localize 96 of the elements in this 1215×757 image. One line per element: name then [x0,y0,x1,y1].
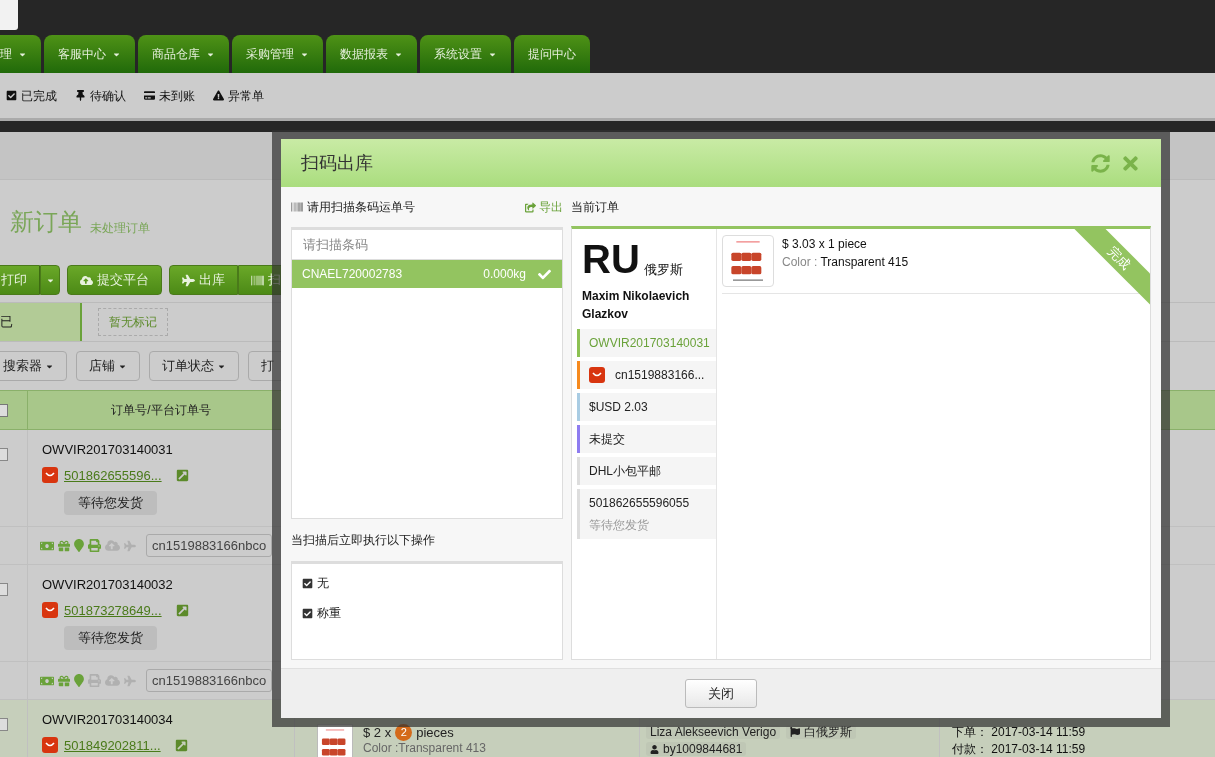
no-mark-tag[interactable]: 暂无标记 [98,308,168,336]
buyer-id: by1009844681 [646,742,747,756]
status-link[interactable]: 未到账 [144,86,195,105]
flag-icon [790,727,801,737]
tracking-field[interactable]: cn1519883166nbco [146,668,273,693]
shopping-bag-icon [42,602,58,619]
product-price: $ 3.03 x 1 piece [782,236,868,253]
current-order-label: 当前订单 [571,199,620,215]
barcode-icon [291,201,303,213]
modal-title: 扫码出库 [301,151,373,175]
order-info-text: 未提交 [589,431,626,448]
nav-tab[interactable]: 商品仓库 [138,35,229,73]
gift-icon[interactable] [58,674,70,687]
scan-label: 请用扫描条码运单号 [307,199,415,216]
status-link[interactable]: 异常单 [213,86,264,105]
row-checkbox[interactable] [0,448,8,461]
map-marker-icon[interactable] [74,539,84,552]
export-link[interactable]: 导出 [525,198,563,216]
nav-tab[interactable]: 理 [0,35,41,73]
page-title: 新订单 [10,207,82,237]
pin-icon [75,90,86,101]
user-icon [650,744,659,754]
checked-box-icon [302,577,313,589]
country-code: RU [582,239,640,279]
share-icon [525,201,536,213]
order-number: OWVIR201703140032 [42,576,174,594]
action-button[interactable]: 出库 [169,265,238,295]
country-name: 俄罗斯 [643,260,683,279]
close-button[interactable]: 关闭 [685,679,757,708]
action-button[interactable]: 提交平台 [67,265,162,295]
row-checkbox[interactable] [0,718,8,731]
platform-order-number: cn1519883166... [615,367,705,384]
dropdown-toggle[interactable] [40,265,60,295]
external-link-icon[interactable] [175,468,189,482]
order-number: OWVIR201703140034 [42,711,174,729]
status-badge: 等待您发货 [64,491,157,515]
select-all-checkbox[interactable] [0,403,8,417]
filter-dropdown[interactable]: 店铺 [76,351,140,381]
shopping-bag-icon [42,467,58,484]
order-number: OWVIR201703140031 [589,335,711,352]
order-date: 付款： 2017-03-14 11:59 [952,742,1086,756]
cloud-upload-icon [80,273,93,287]
filter-dropdown[interactable]: 搜索器 [0,351,67,381]
order-number: OWVIR201703140031 [42,441,174,459]
option-checkbox[interactable]: 称重 [302,604,562,622]
platform-order-link[interactable]: 501849202811... [64,735,161,755]
tracking-number: 501862655596055 [589,495,691,512]
warning-icon [213,90,224,101]
quantity-unit: pieces [416,725,454,740]
order-status: 等待您发货 [589,517,650,534]
external-link-icon[interactable] [174,738,188,752]
option-checkbox[interactable]: 无 [302,574,562,592]
order-info-text: DHL小包平邮 [589,463,662,480]
cloud-upload-icon[interactable] [105,538,120,553]
nav-tab[interactable]: 系统设置 [420,35,511,73]
product-color: Color :Transparent 413 [363,741,486,755]
barcode-icon [251,273,264,287]
nav-tab[interactable]: 提问中心 [514,35,590,73]
barcode-input[interactable]: 请扫描条码 [292,230,562,260]
scanned-weight: 0.000kg [483,266,526,283]
customer-name: Maxim Nikolaevich Glazkov [581,288,691,323]
print-icon[interactable] [88,674,101,687]
nav-tab[interactable]: 采购管理 [232,35,323,73]
page-subtitle: 未处理订单 [90,220,150,237]
plane-icon[interactable] [124,539,136,552]
print-icon[interactable] [88,539,101,552]
shopping-bag-icon [42,737,58,754]
status-link[interactable]: 待确认 [75,86,126,105]
product-price: $ 2 x [363,725,392,740]
platform-order-link[interactable]: 501862655596... [64,465,162,485]
external-link-icon[interactable] [175,603,189,617]
action-button[interactable]: 打印 [0,265,40,295]
nav-tab[interactable]: 数据报表 [326,35,417,73]
checkbox-icon [6,90,17,101]
nav-tab[interactable]: 客服中心 [44,35,135,73]
checked-box-icon [302,607,313,619]
mark-tab[interactable]: 已 [0,303,82,341]
tracking-field[interactable]: cn1519883166nbco [146,533,273,558]
scanned-code: CNAEL720002783 [302,266,403,283]
platform-order-link[interactable]: 501873278649... [64,600,162,620]
row-checkbox[interactable] [0,583,8,596]
cloud-upload-icon[interactable] [105,673,120,688]
plane-icon[interactable] [124,674,136,687]
credit-card-icon [144,90,155,101]
refresh-icon[interactable] [1091,153,1110,173]
after-scan-label: 当扫描后立即执行以下操作 [291,532,436,549]
filter-dropdown[interactable]: 订单状态 [149,351,239,381]
product-color: Color : Transparent 415 [782,254,909,271]
map-marker-icon[interactable] [74,674,84,687]
shopping-bag-icon [589,367,605,383]
status-link[interactable]: 已完成 [6,86,57,105]
order-date: 下单： 2017-03-14 11:59 [952,725,1086,739]
order-info-text: $USD 2.03 [589,399,649,416]
status-badge: 等待您发货 [64,626,157,650]
gift-icon[interactable] [58,539,70,552]
plane-icon [182,273,195,287]
